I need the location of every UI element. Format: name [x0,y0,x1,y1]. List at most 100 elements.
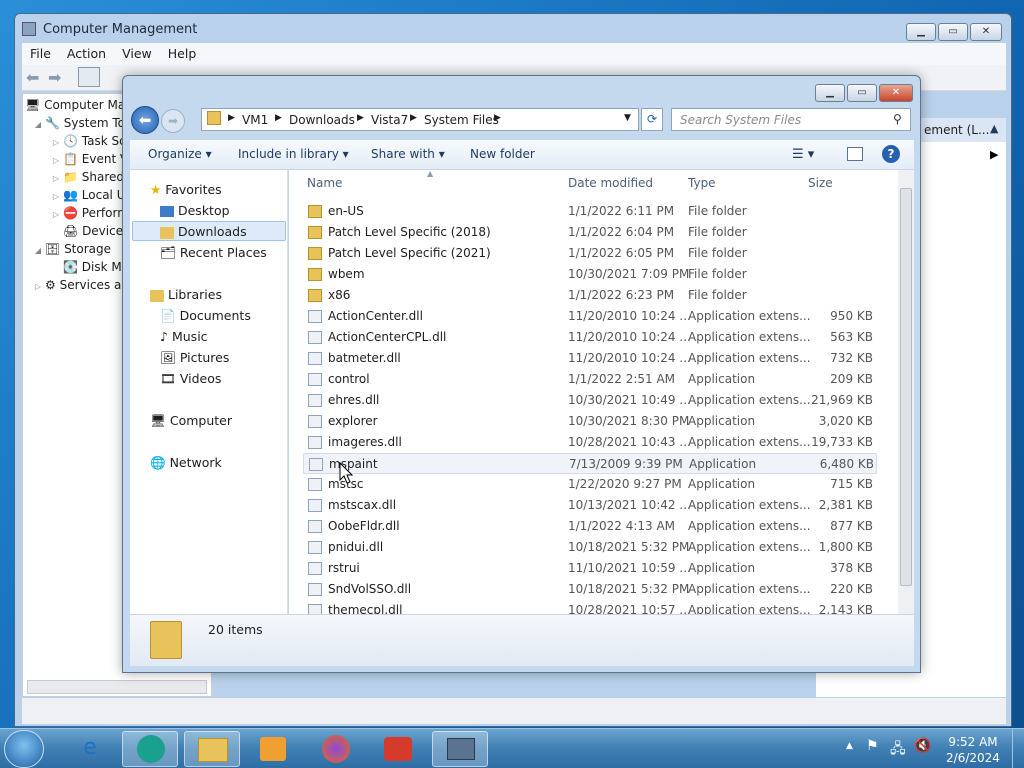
file-row[interactable]: ehres.dll 10/30/2021 10:49 ... Application… [303,390,877,411]
network-status-icon[interactable]: 🖧 [890,738,906,762]
taskbar-firefox-icon[interactable] [308,731,364,767]
tree-performance[interactable]: Perforn [82,206,125,220]
expand-icon[interactable]: ▷ [49,138,63,147]
new-folder-button[interactable]: New folder [470,147,535,161]
collapse-icon[interactable]: ◢ [31,246,45,255]
nav-recent-places[interactable]: Recent Places [180,245,267,260]
volume-muted-icon[interactable]: 🔇 [914,738,931,754]
address-bar[interactable]: ▶ VM1 ▶ Downloads ▶ Vista7 ▶ System File… [201,108,639,131]
file-row[interactable]: x86 1/1/2022 6:23 PM File folder [303,285,877,306]
expand-icon[interactable]: ▷ [49,192,63,201]
tree-storage[interactable]: Storage [64,242,111,256]
collapse-up-icon[interactable]: ▲ [990,122,998,135]
menu-file[interactable]: File [22,43,59,64]
tree-shared-folders[interactable]: Shared [82,170,124,184]
breadcrumb-vm1[interactable]: VM1 [242,113,268,127]
action-center-flag-icon[interactable]: ⚑ [866,738,879,754]
show-desktop-button[interactable] [1012,729,1024,768]
system-clock[interactable]: 9:52 AM 2/6/2024 [944,734,1002,766]
maximize-button[interactable]: ▭ [938,23,968,41]
back-button[interactable]: ⬅ [131,106,159,134]
column-type[interactable]: Type [688,176,716,190]
organize-button[interactable]: Organize ▾ [148,147,212,161]
menu-help[interactable]: Help [160,43,205,64]
file-row[interactable]: control 1/1/2022 2:51 AM Application 209 KB [303,369,877,390]
nav-favorites[interactable]: Favorites [165,182,221,197]
nav-music[interactable]: Music [172,329,208,344]
taskbar-app-media-icon[interactable] [122,731,178,767]
scrollbar-thumb[interactable] [900,188,912,586]
taskbar-media-player-icon[interactable] [246,731,302,767]
nav-network[interactable]: Network [170,455,222,470]
vertical-scrollbar[interactable] [898,170,914,614]
file-row[interactable]: ActionCenter.dll 11/20/2010 10:24 ... Appl… [303,306,877,327]
file-row[interactable]: explorer 10/30/2021 8:30 PM Application 3,0… [303,411,877,432]
view-options-icon[interactable]: ☰ ▾ [792,147,814,162]
more-arrow-icon[interactable]: ▶ [990,148,998,161]
tree-disk-management[interactable]: Disk M [82,260,122,274]
breadcrumb-downloads[interactable]: Downloads [289,113,355,127]
file-row[interactable]: Patch Level Specific (2018) 1/1/2022 6:04… [303,222,877,243]
file-row[interactable]: ActionCenterCPL.dll 11/20/2010 10:24 ... A… [303,327,877,348]
nav-pictures[interactable]: Pictures [180,350,230,365]
share-with-button[interactable]: Share with ▾ [371,147,445,161]
chevron-right-icon[interactable]: ▶ [357,113,364,123]
file-row[interactable]: en-US 1/1/2022 6:11 PM File folder [303,201,877,222]
file-row[interactable]: batmeter.dll 11/20/2010 10:24 ... Applicat… [303,348,877,369]
column-name[interactable]: Name [307,176,342,190]
nav-computer[interactable]: Computer [170,413,232,428]
search-icon[interactable]: ⚲ [893,112,902,126]
file-row[interactable]: wbem 10/30/2021 7:09 PM File folder [303,264,877,285]
file-row[interactable]: imageres.dll 10/28/2021 10:43 ... Applicat… [303,432,877,453]
explorer-minimize-button[interactable]: ▁ [815,84,845,102]
chevron-right-icon[interactable]: ▶ [228,113,235,123]
tree-root[interactable]: Computer Ma [44,98,125,112]
tree-local-users[interactable]: Local U [82,188,126,202]
file-row[interactable]: Patch Level Specific (2021) 1/1/2022 6:05… [303,243,877,264]
expand-icon[interactable]: ▷ [49,156,63,165]
file-row[interactable]: mspaint 7/13/2009 9:39 PM Application 6,480… [303,453,877,474]
file-row[interactable]: SndVolSSO.dll 10/18/2021 5:32 PM Applicati… [303,579,877,600]
expand-icon[interactable]: ▷ [31,282,45,291]
help-icon[interactable]: ? [882,145,900,163]
tree-system-tools[interactable]: System To [64,116,125,130]
tree-scrollbar[interactable] [27,680,207,694]
file-row[interactable]: themecpl.dll 10/28/2021 10:57 ... Applicat… [303,600,877,614]
file-row[interactable]: mstsc 1/22/2020 9:27 PM Application 715 KB [303,474,877,495]
nav-documents[interactable]: Documents [180,308,251,323]
collapse-icon[interactable]: ◢ [31,120,45,129]
expand-icon[interactable]: ▷ [49,210,63,219]
nav-desktop[interactable]: Desktop [178,203,230,218]
file-row[interactable]: mstscax.dll 10/13/2021 10:42 ... Applicati… [303,495,877,516]
address-dropdown-icon[interactable]: ▼ [624,113,631,123]
internet-explorer-icon[interactable]: e [62,731,118,767]
explorer-close-button[interactable]: ✕ [879,84,913,102]
chevron-right-icon[interactable]: ▶ [494,113,501,123]
nav-libraries[interactable]: Libraries [168,287,222,302]
menu-action[interactable]: Action [59,43,114,64]
breadcrumb-vista7[interactable]: Vista7 [371,113,408,127]
show-tree-icon[interactable] [78,67,100,87]
explorer-maximize-button[interactable]: ▭ [847,84,877,102]
forward-arrow-icon[interactable]: ➡ [48,68,61,87]
column-size[interactable]: Size [808,176,833,190]
chevron-right-icon[interactable]: ▶ [275,113,282,123]
taskbar-explorer-icon[interactable] [184,731,240,767]
start-button[interactable] [4,730,44,768]
column-date-modified[interactable]: Date modified [568,176,653,190]
breadcrumb-system-files[interactable]: System Files [424,113,499,127]
file-row[interactable]: pnidui.dll 10/18/2021 5:32 PM Application … [303,537,877,558]
expand-icon[interactable]: ▷ [49,174,63,183]
close-button[interactable]: ✕ [970,23,1002,41]
menu-view[interactable]: View [114,43,160,64]
minimize-button[interactable]: ▁ [906,23,936,41]
show-hidden-icons[interactable]: ▲ [846,741,853,751]
taskbar-app-icon[interactable] [370,731,426,767]
search-input[interactable]: Search System Files [671,108,911,131]
file-row[interactable]: rstrui 11/10/2021 10:59 ... Application 378… [303,558,877,579]
tree-task-scheduler[interactable]: Task Sc [82,134,126,148]
include-library-button[interactable]: Include in library ▾ [238,147,349,161]
nav-downloads[interactable]: Downloads [178,224,247,239]
back-arrow-icon[interactable]: ⬅ [26,68,39,87]
nav-videos[interactable]: Videos [180,371,222,386]
